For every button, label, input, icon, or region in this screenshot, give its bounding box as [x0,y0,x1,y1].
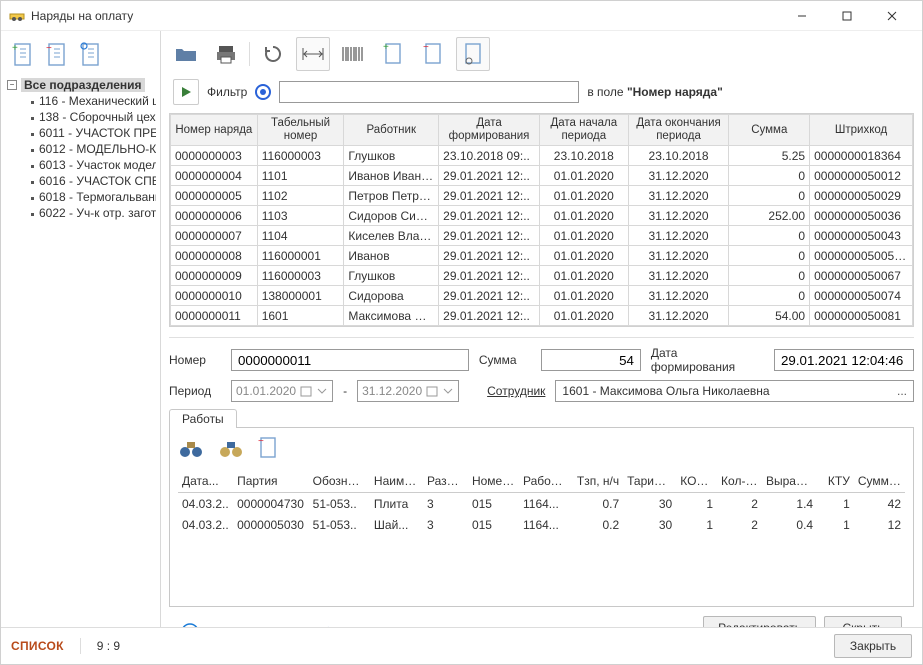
works-col[interactable]: Рабочи... [519,470,572,492]
tree-item[interactable]: 116 - Механический ц [5,93,156,109]
filter-input[interactable] [279,81,579,103]
svg-text:+: + [12,43,18,54]
works-col[interactable]: Кол-во [717,470,762,492]
tree-item[interactable]: 138 - Сборочный цех [5,109,156,125]
tree-item[interactable]: 6013 - Участок модел [5,157,156,173]
tree-item[interactable]: 6011 - УЧАСТОК ПРЕС [5,125,156,141]
table-row[interactable]: 00000000111601Максимова Оль..29.01.2021 … [171,306,913,326]
col-barcode: Штрихкод [810,115,913,146]
col-start: Дата началапериода [539,115,628,146]
tree-item[interactable]: 6012 - МОДЕЛЬНО-КС [5,141,156,157]
works-col[interactable]: КТУ [817,470,854,492]
table-row[interactable]: 0000000008116000001Иванов29.01.2021 12:.… [171,246,913,266]
filter-label: Фильтр [207,85,247,99]
label-period: Период [169,384,221,398]
table-row[interactable]: 00000000071104Киселев Влади..29.01.2021 … [171,226,913,246]
table-row[interactable]: 00000000061103Сидоров Сидор..29.01.2021 … [171,206,913,226]
barcode-icon[interactable] [336,37,370,71]
tree-root-label: Все подразделения [21,78,145,92]
orders-grid[interactable]: Номер наряда Табельныйномер Работник Дат… [169,113,914,327]
works-row[interactable]: 04.03.2..000000503051-053..Шай...3015116… [178,514,905,536]
titlebar: Наряды на оплату [1,1,922,31]
svg-text:−: − [258,436,264,447]
doc-remove-icon[interactable]: − [45,41,69,69]
doc-refresh-icon[interactable] [79,41,103,69]
app-icon [9,8,25,24]
col-emp: Работник [344,115,439,146]
field-period-from[interactable]: 01.01.2020 [231,380,333,402]
svg-text:−: − [46,43,52,54]
minimize-button[interactable] [779,2,824,30]
org-tree[interactable]: − Все подразделения 116 - Механический ц… [1,77,160,621]
binoculars-alt-icon[interactable] [218,436,244,464]
tab-works[interactable]: Работы [169,409,237,428]
doc-remove-small-icon[interactable]: − [258,436,284,464]
svg-text:+: + [383,42,389,53]
window-title: Наряды на оплату [31,9,773,23]
table-row[interactable]: 0000000010138000001Сидорова29.01.2021 12… [171,286,913,306]
svg-text:−: − [423,42,429,53]
table-row[interactable]: 00000000051102Петров Петр П..29.01.2021 … [171,186,913,206]
works-col[interactable]: Тзп, н/ч [572,470,623,492]
field-period-to[interactable]: 31.12.2020 [357,380,459,402]
close-button[interactable] [869,2,914,30]
works-col[interactable]: КОИД [676,470,717,492]
doc-plus-icon[interactable]: + [376,37,410,71]
doc-add-icon[interactable]: + [11,41,35,69]
table-row[interactable]: 00000000041101Иванов Иван И..29.01.2021 … [171,166,913,186]
works-col[interactable]: Наимен.. [370,470,423,492]
edit-button[interactable]: Редактировать [703,616,816,627]
employee-lookup-button[interactable]: ... [891,384,913,398]
col-num: Номер наряда [171,115,258,146]
label-formed: Дата формирования [651,346,764,374]
col-end: Дата окончанияпериода [628,115,729,146]
works-col[interactable]: Дата... [178,470,233,492]
works-col[interactable]: Тарифн.. [623,470,676,492]
table-row[interactable]: 0000000003116000003Глушков23.10.2018 09:… [171,146,913,166]
sidebar: + − − Все подразделения 116 - Механическ… [1,31,161,627]
field-employee[interactable]: 1601 - Максимова Ольга Николаевна ... [555,380,914,402]
label-sum: Сумма [479,353,531,367]
filter-field-label: в поле "Номер наряда" [587,85,722,99]
hide-button[interactable]: Скрыть [824,616,902,627]
field-num[interactable] [231,349,469,371]
works-col[interactable]: Номер... [468,470,519,492]
works-col[interactable]: Партия [233,470,309,492]
fit-width-icon[interactable] [296,37,330,71]
refresh-icon[interactable] [256,37,290,71]
folder-icon[interactable] [169,37,203,71]
field-sum[interactable] [541,349,641,371]
tree-item[interactable]: 6016 - УЧАСТОК СПЕЦ [5,173,156,189]
doc-gear-icon[interactable] [456,37,490,71]
doc-minus-icon[interactable]: − [416,37,450,71]
col-tab: Табельныйномер [257,115,344,146]
label-employee: Сотрудник [487,384,545,398]
works-col[interactable]: Разряд [423,470,468,492]
tree-item[interactable]: 6018 - Термогальвани [5,189,156,205]
tree-item[interactable]: 6022 - Уч-к отр. загот [5,205,156,221]
tree-root[interactable]: − Все подразделения [5,77,156,93]
tree-expander[interactable]: − [7,80,17,90]
main-toolbar: + − [161,31,922,77]
binoculars-icon[interactable] [178,436,204,464]
field-formed[interactable] [774,349,914,371]
filter-run-button[interactable] [173,79,199,105]
col-sum: Сумма [729,115,810,146]
works-table[interactable]: Дата...ПартияОбозначе..Наимен..РазрядНом… [178,470,905,536]
col-formed: Датаформирования [439,115,540,146]
works-col[interactable]: Сумма,. [854,470,905,492]
status-mode: СПИСОК [11,639,64,653]
works-col[interactable]: Вырабо.. [762,470,817,492]
status-position: 9 : 9 [97,639,120,653]
label-num: Номер [169,353,221,367]
table-row[interactable]: 0000000009116000003Глушков29.01.2021 12:… [171,266,913,286]
print-icon[interactable] [209,37,243,71]
works-row[interactable]: 04.03.2..000000473051-053..Плита30151164… [178,492,905,514]
close-window-button[interactable]: Закрыть [834,634,912,658]
works-col[interactable]: Обозначе.. [309,470,370,492]
filter-mode-radio[interactable] [255,84,271,100]
statusbar: СПИСОК 9 : 9 Закрыть [1,627,922,664]
maximize-button[interactable] [824,2,869,30]
